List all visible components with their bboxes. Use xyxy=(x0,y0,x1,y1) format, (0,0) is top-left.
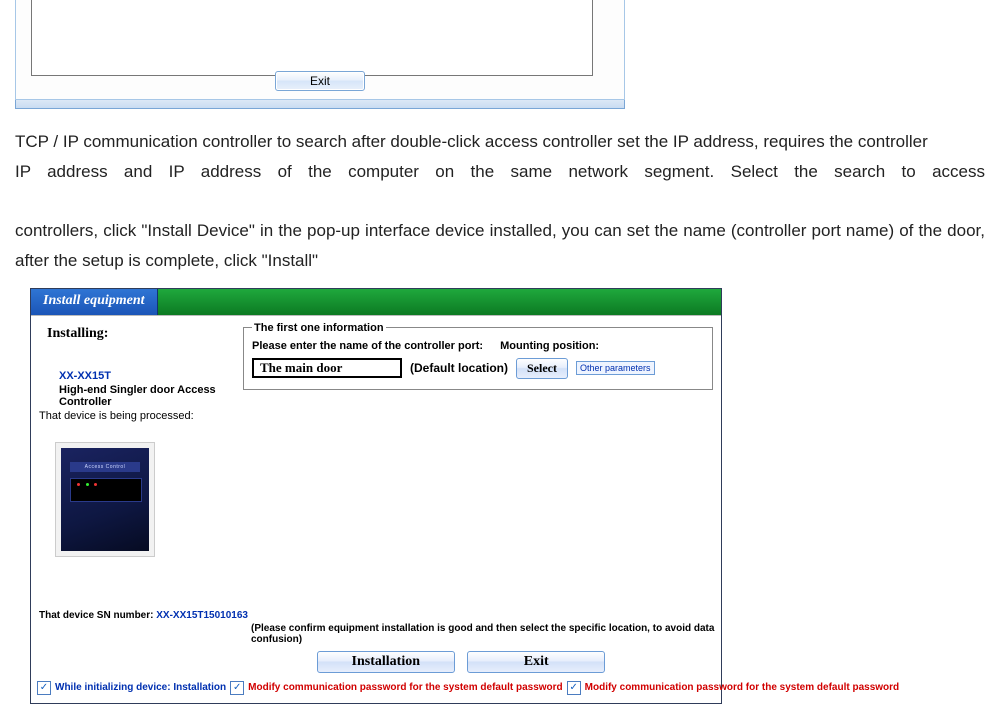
modify-comm-password-label-2: Modify communication password for the sy… xyxy=(585,682,900,693)
default-location-label: (Default location) xyxy=(410,361,508,375)
sn-row: That device SN number: XX-XX15T15010163 xyxy=(31,606,721,621)
paragraph-2b: controllers, click "Install Device" in t… xyxy=(15,216,985,276)
device-model: XX-XX15T xyxy=(59,370,233,382)
thumbnail-label: Access Control xyxy=(70,462,140,472)
modify-comm-password-label-1: Modify communication password for the sy… xyxy=(248,682,563,693)
install-warning: (Please confirm equipment installation i… xyxy=(31,621,721,649)
dialog-titlebar: Install equipment xyxy=(31,289,721,315)
installing-header: Installing: xyxy=(47,326,233,342)
inner-frame xyxy=(31,0,593,76)
installation-button[interactable]: Installation xyxy=(317,651,455,673)
paragraph-2a: IP address and IP address of the compute… xyxy=(15,157,985,217)
paragraph-1: TCP / IP communication controller to sea… xyxy=(15,127,985,157)
titlebar-fill xyxy=(158,289,721,315)
right-pane: The first one information Please enter t… xyxy=(241,316,721,606)
fieldset-legend: The first one information xyxy=(252,322,386,334)
controller-port-name-input[interactable] xyxy=(252,358,402,378)
exit-button[interactable]: Exit xyxy=(275,71,365,91)
sn-value: XX-XX15T15010163 xyxy=(156,610,248,621)
modify-comm-password-checkbox-1[interactable] xyxy=(230,681,244,695)
checkbox-row: While initializing device: Installation … xyxy=(31,677,721,703)
led-icon xyxy=(86,483,89,486)
initialize-device-checkbox[interactable] xyxy=(37,681,51,695)
dialog-footer-bar xyxy=(15,100,625,109)
led-icon xyxy=(77,483,80,486)
dialog-body: Exit xyxy=(15,0,625,100)
sn-label: That device SN number: xyxy=(39,610,153,621)
initialize-device-label: While initializing device: Installation xyxy=(55,682,226,693)
install-equipment-dialog: Install equipment Installing: XX-XX15T H… xyxy=(30,288,722,704)
document-text: TCP / IP communication controller to sea… xyxy=(15,127,985,276)
search-dialog-fragment: Exit xyxy=(15,0,625,109)
mounting-position-label: Mounting position: xyxy=(500,340,599,352)
other-parameters-link[interactable]: Other parameters xyxy=(576,361,655,375)
exit-button[interactable]: Exit xyxy=(467,651,605,673)
device-thumbnail: Access Control xyxy=(55,442,155,557)
thumbnail-panel xyxy=(70,478,142,502)
modify-comm-password-checkbox-2[interactable] xyxy=(567,681,581,695)
processed-label: That device is being processed: xyxy=(39,410,233,422)
select-location-button[interactable]: Select xyxy=(516,358,568,379)
dialog-title: Install equipment xyxy=(31,289,158,315)
first-one-fieldset: The first one information Please enter t… xyxy=(243,322,713,390)
enter-name-label: Please enter the name of the controller … xyxy=(252,340,483,352)
left-pane: Installing: XX-XX15T High-end Singler do… xyxy=(31,316,241,606)
device-description: High-end Singler door Access Controller xyxy=(59,384,233,408)
